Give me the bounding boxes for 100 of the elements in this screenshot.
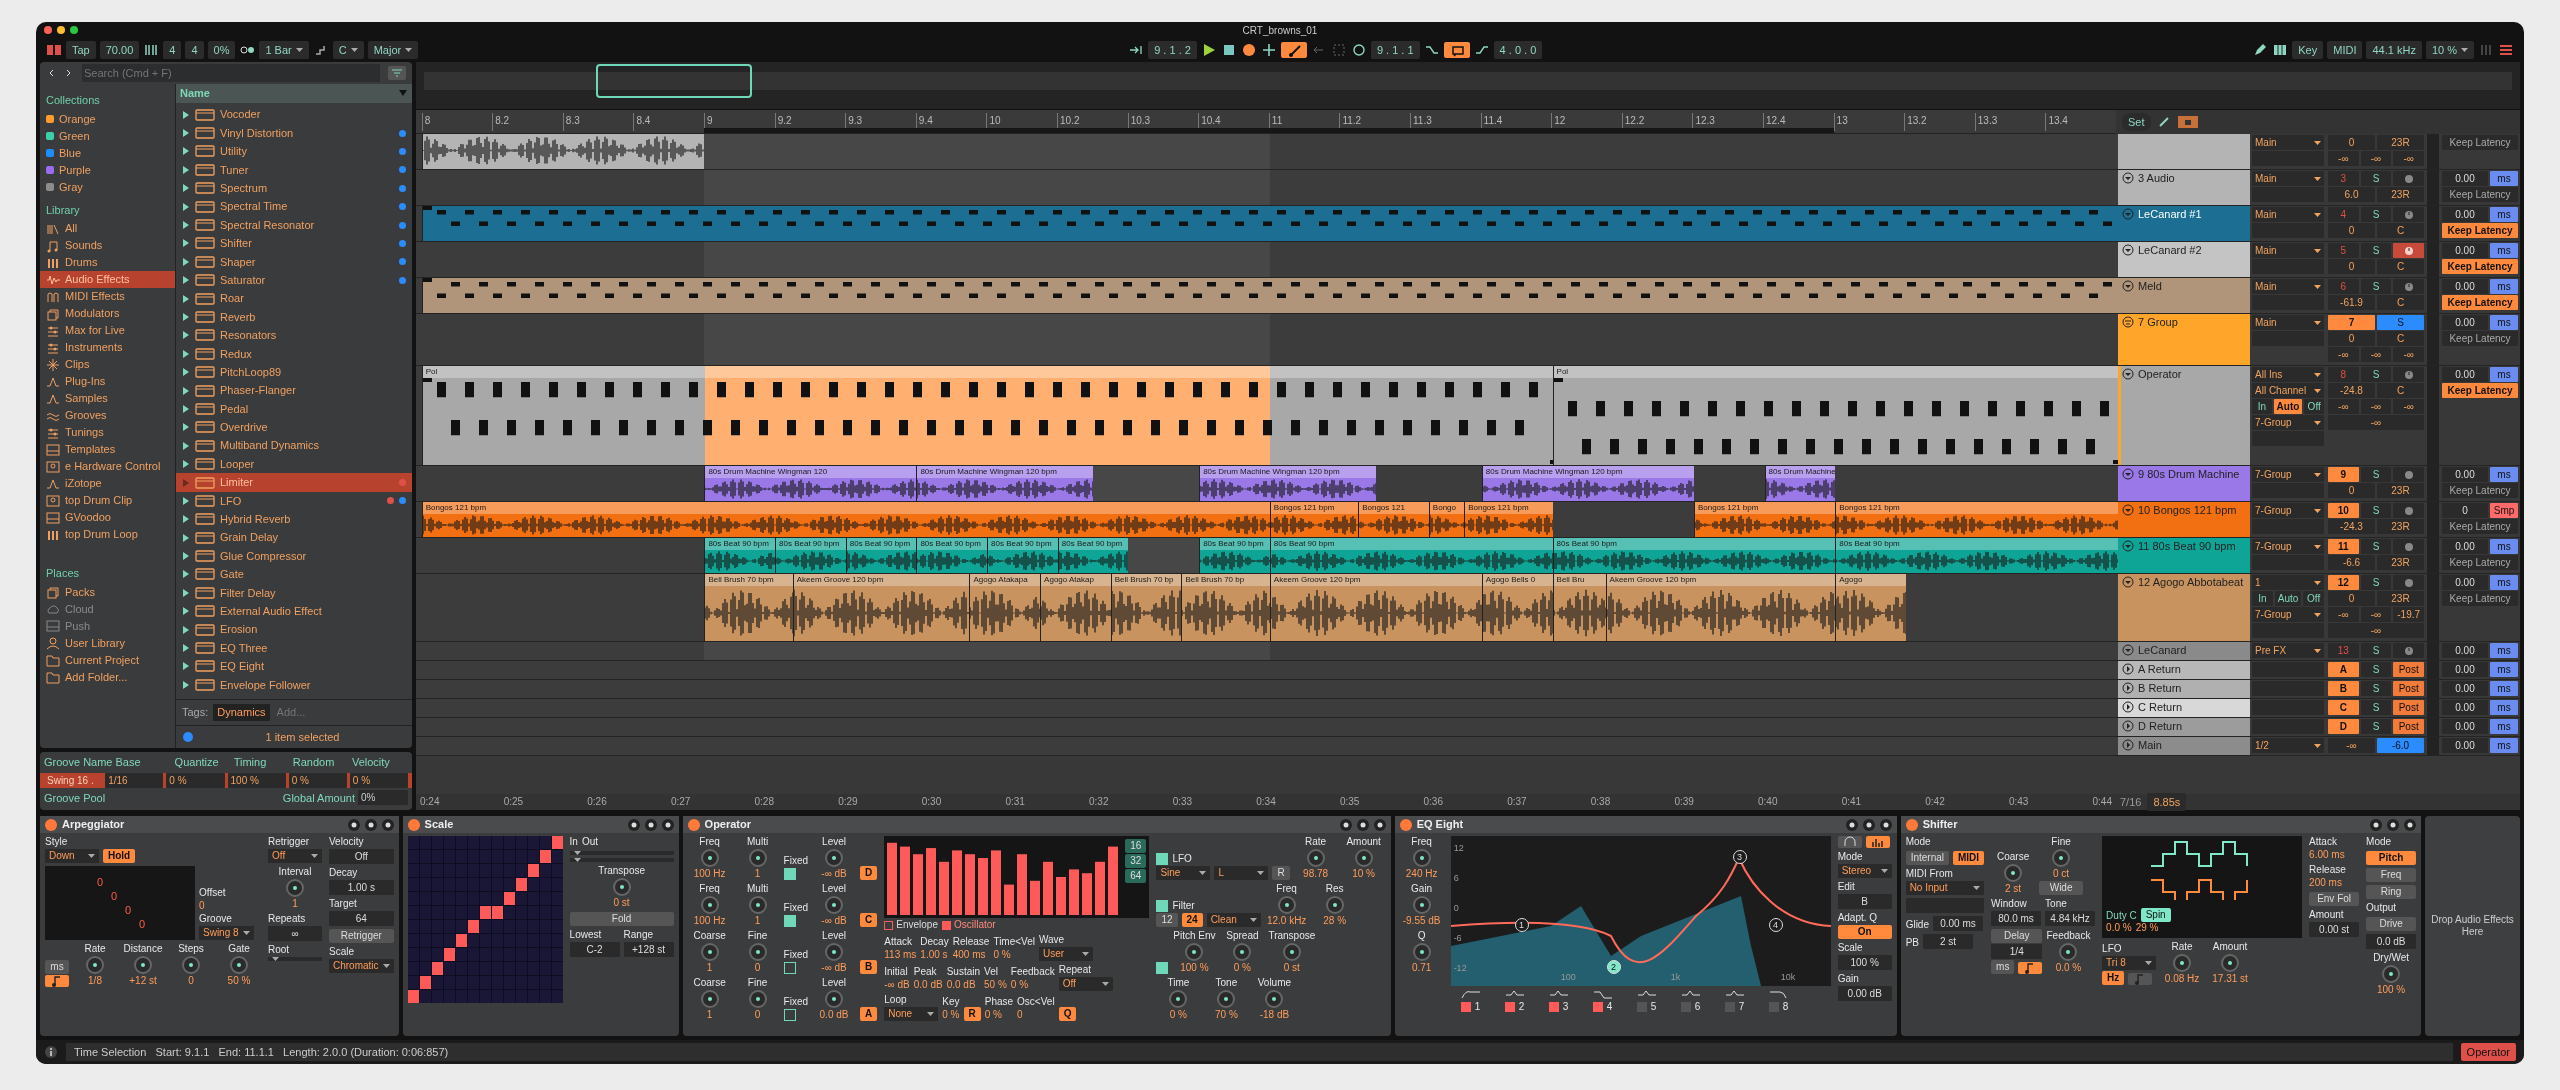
device-item[interactable]: Looper [176,454,412,474]
solo-button[interactable]: S [2377,315,2424,330]
track-header[interactable]: C Return [2118,699,2250,717]
delay-field[interactable]: 0.00 [2442,662,2488,677]
collection-item[interactable]: Blue [40,144,175,162]
monitor-button[interactable]: In [2252,591,2273,606]
device-item[interactable]: Spectral Resonator [176,215,412,235]
keep-latency-button[interactable]: Keep Latency [2442,483,2518,498]
value-field[interactable]: 100 % [1837,955,1892,970]
library-item[interactable]: Drums [40,254,175,271]
track-activator[interactable]: D [2328,719,2359,734]
mixer-value[interactable]: 23R [2377,483,2424,498]
track-header[interactable]: 9 80s Drum Machine [2118,466,2250,501]
routing-dropdown[interactable]: Main [2252,135,2324,150]
delay-unit-button[interactable]: ms [2490,700,2518,715]
mixer-value[interactable]: -∞ [2328,347,2359,362]
places-item[interactable]: Packs [40,583,175,601]
library-item[interactable]: Tunings [40,424,175,441]
resolution-button[interactable]: 64 [1125,869,1147,883]
library-item[interactable]: GVoodoo [40,509,175,526]
zoom-field[interactable]: 8.85s [2147,793,2187,811]
mixer-value[interactable]: 23R [2377,555,2424,570]
delay-unit-button[interactable]: ms [2490,315,2518,330]
post-button[interactable]: Post [2393,681,2424,696]
value-field[interactable]: B [1837,894,1892,909]
routing-dropdown[interactable]: All Channel [2252,383,2324,398]
post-button[interactable]: Post [2393,700,2424,715]
device-item[interactable]: Shaper [176,252,412,271]
selected-track-name[interactable]: Operator [2460,1043,2516,1061]
keep-latency-button[interactable]: Keep Latency [2442,331,2518,346]
track-activator[interactable]: A [2328,662,2359,677]
value-field[interactable]: ∞ [268,926,322,941]
band-point[interactable]: 1 [1514,918,1529,932]
toggle-button[interactable]: B [860,960,878,974]
library-item[interactable]: Samples [40,390,175,407]
routing-dropdown[interactable]: 7-Group [2252,467,2324,482]
track-activator[interactable]: 8 [2328,367,2359,382]
audio-clip[interactable]: 80s Beat 90 bpm [845,538,917,573]
toggle-button[interactable]: MIDI [1953,851,1985,865]
groove-value-field[interactable]: 0 % [349,772,409,788]
toolbar-dropdown[interactable]: 1 Bar [259,41,309,59]
delay-field[interactable]: 0.00 [2442,171,2488,186]
toggle-button[interactable]: On [1837,925,1892,939]
mixer-value[interactable]: -∞ [2328,399,2359,414]
device-item[interactable]: Vocoder [176,105,412,124]
mixer-value[interactable]: 23R [2377,187,2424,202]
mixer-value[interactable]: -∞ [2328,151,2359,166]
delay-field[interactable]: 0.00 [2442,738,2488,753]
device-item[interactable]: Gate [176,565,412,584]
track-activator[interactable]: 12 [2328,575,2359,590]
library-item[interactable]: Plug-Ins [40,373,175,390]
routing-dropdown[interactable]: Pre FX [2252,643,2324,658]
track-activator[interactable]: 13 [2328,643,2359,658]
toggle-button[interactable]: A [860,1007,878,1021]
delay-unit-button[interactable]: ms [2490,367,2518,382]
library-item[interactable]: Instruments [40,339,175,356]
track-header[interactable]: A Return [2118,661,2250,679]
toolbar-button[interactable]: MIDI [2327,41,2363,59]
legend-tab[interactable]: Envelope [884,919,938,931]
routing-dropdown[interactable]: Main [2252,171,2324,186]
value-field[interactable]: 0.00 dB [1837,986,1892,1001]
toggle-button[interactable]: C [860,913,878,927]
audio-clip[interactable]: 80s Beat 90 bpm [987,538,1058,573]
device-item[interactable]: PitchLoop89 [176,362,412,382]
device-item[interactable]: Filter Delay [176,583,412,603]
toolbar-field[interactable]: 0% [207,41,236,59]
groove-value-field[interactable]: 0 % [166,772,225,788]
dropdown[interactable]: User [1039,947,1093,961]
audio-clip[interactable]: 80s Drum Machine Wingman 120 bpm [1481,466,1694,501]
mixer-value[interactable]: -∞ [2328,738,2375,753]
keep-latency-button[interactable]: Keep Latency [2442,591,2518,606]
resolution-button[interactable]: 32 [1125,854,1147,868]
toggle-button[interactable]: D [860,866,878,880]
delay-field[interactable]: 0.00 [2442,467,2488,482]
toggle-button[interactable]: ms [1991,960,2015,974]
mixer-value[interactable]: -∞ [2360,151,2392,166]
delay-field[interactable]: 0.00 [2442,315,2488,330]
audio-clip[interactable]: 80s Beat 90 bpm [1057,538,1129,573]
library-item[interactable]: top Drum Loop [40,526,175,543]
mixer-value[interactable]: C [2377,223,2424,238]
track-activator[interactable]: 10 [2328,503,2359,518]
keep-latency-button[interactable]: Keep Latency [2442,519,2518,534]
delay-unit-button[interactable]: ms [2490,279,2518,294]
audio-clip[interactable]: Bongos 121 bpm [1693,502,1836,537]
audio-clip[interactable]: 80s Drum Machine [1764,466,1836,501]
track-lane[interactable]: Bongos 121 bpm Bongos 121 bpm Bongos 121 Bongo Bongos 121 bpm Bongos 121 bpm Bongos 121 bpm [416,502,2118,537]
value-field[interactable]: C-2 [569,942,620,957]
mixer-value[interactable]: C [2377,383,2424,398]
dropdown[interactable]: L [1214,866,1269,880]
mixer-value[interactable]: -∞ [2328,623,2424,638]
mixer-value[interactable]: 23R [2377,519,2424,534]
device-item[interactable]: Utility [176,142,412,161]
monitor-button[interactable]: In [2252,399,2272,414]
device-item[interactable]: Phaser-Flanger [176,381,412,400]
audio-clip[interactable]: Bell Brush 70 bp [1110,574,1182,641]
device-item[interactable]: Erosion [176,620,412,639]
toggle-button[interactable]: Fold [569,912,674,926]
device-item[interactable]: Redux [176,344,412,363]
device-item[interactable]: Glue Compressor [176,546,412,566]
toggle-button[interactable]: Freq [2366,868,2417,882]
